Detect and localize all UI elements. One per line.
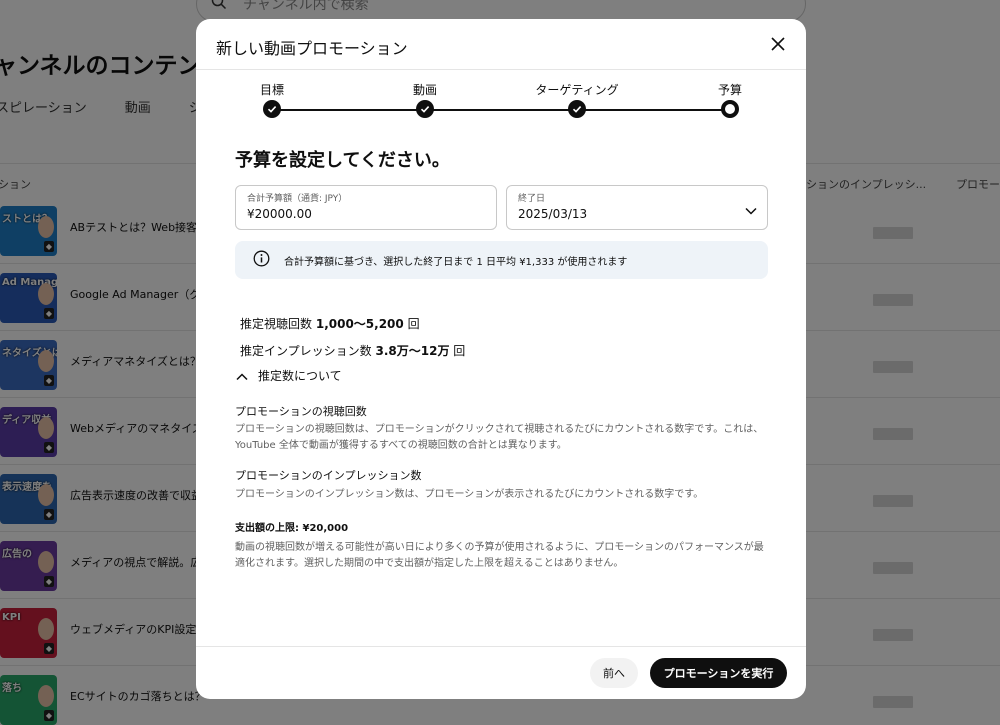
estimated-impressions: 推定インプレッション数 3.8万～12万 回	[240, 342, 465, 359]
about-estimates-toggle[interactable]: 推定数について	[236, 366, 342, 385]
estimated-views: 推定視聴回数 1,000～5,200 回	[240, 315, 420, 332]
estimated-views-label: 推定視聴回数	[240, 317, 313, 331]
estimated-views-value: 1,000～5,200	[315, 317, 404, 331]
step-label: 動画	[412, 83, 437, 97]
total-budget-field[interactable]: 合計予算額（通貨: JPY） ¥20000.00	[235, 185, 497, 230]
run-promotion-button[interactable]: プロモーションを実行	[650, 658, 787, 688]
step-budget: 予算	[670, 81, 790, 118]
estimated-impressions-value: 3.8万～12万	[375, 344, 450, 358]
check-icon	[416, 100, 434, 118]
step-targeting: ターゲティング	[517, 81, 637, 118]
close-icon	[771, 36, 785, 55]
step-label: 目標	[259, 83, 284, 97]
end-date-select[interactable]: 終了日 2025/03/13	[506, 185, 768, 230]
total-budget-label: 合計予算額（通貨: JPY）	[247, 194, 348, 204]
promotion-dialog: 新しい動画プロモーション 目標 動画 ターゲティング 予算 予算を設定してくださ…	[196, 19, 806, 699]
total-budget-value[interactable]: ¥20000.00	[247, 207, 485, 221]
check-icon	[263, 100, 281, 118]
dialog-header: 新しい動画プロモーション	[196, 19, 806, 70]
dialog-body: 予算を設定してください。 合計予算額（通貨: JPY） ¥20000.00 終了…	[196, 121, 806, 646]
step-video: 動画	[365, 81, 485, 118]
end-date-value: 2025/03/13	[518, 207, 588, 221]
daily-average-info: 合計予算額に基づき、選択した終了日まで 1 日平均 ¥1,333 が使用されます	[235, 241, 768, 279]
current-step-indicator	[721, 100, 739, 118]
impressions-section-text: プロモーションのインプレッション数は、プロモーションが表示されるたびにカウントさ…	[235, 489, 704, 500]
info-icon	[253, 250, 270, 271]
close-button[interactable]	[764, 31, 792, 59]
spend-limit-heading: 支出額の上限: ¥20,000	[235, 523, 349, 534]
estimated-impressions-label: 推定インプレッション数	[240, 344, 372, 358]
views-section-text: プロモーションの視聴回数は、プロモーションがクリックされて視聴されるたびにカウン…	[235, 424, 764, 451]
chevron-down-icon	[745, 200, 757, 219]
spend-limit-text: 動画の視聴回数が増える可能性が高い日により多くの予算が使用されるように、プロモー…	[235, 542, 764, 569]
previous-button[interactable]: 前へ	[590, 658, 638, 688]
views-section-heading: プロモーションの視聴回数	[235, 405, 367, 418]
estimated-impressions-unit: 回	[453, 344, 466, 358]
check-icon	[568, 100, 586, 118]
about-estimates-label: 推定数について	[258, 369, 342, 383]
dialog-footer: 前へ プロモーションを実行	[196, 646, 806, 699]
estimated-views-unit: 回	[407, 317, 420, 331]
dialog-title: 新しい動画プロモーション	[216, 39, 408, 58]
chevron-up-icon	[236, 366, 248, 385]
step-goal: 目標	[212, 81, 332, 118]
impressions-section-heading: プロモーションのインプレッション数	[235, 469, 422, 482]
progress-stepper: 目標 動画 ターゲティング 予算	[196, 81, 806, 121]
step-label: 予算	[717, 83, 742, 97]
info-text: 合計予算額に基づき、選択した終了日まで 1 日平均 ¥1,333 が使用されます	[284, 256, 628, 268]
end-date-label: 終了日	[518, 194, 546, 204]
stepper-line	[272, 109, 730, 111]
budget-heading: 予算を設定してください。	[235, 150, 450, 171]
step-label: ターゲティング	[535, 83, 619, 97]
